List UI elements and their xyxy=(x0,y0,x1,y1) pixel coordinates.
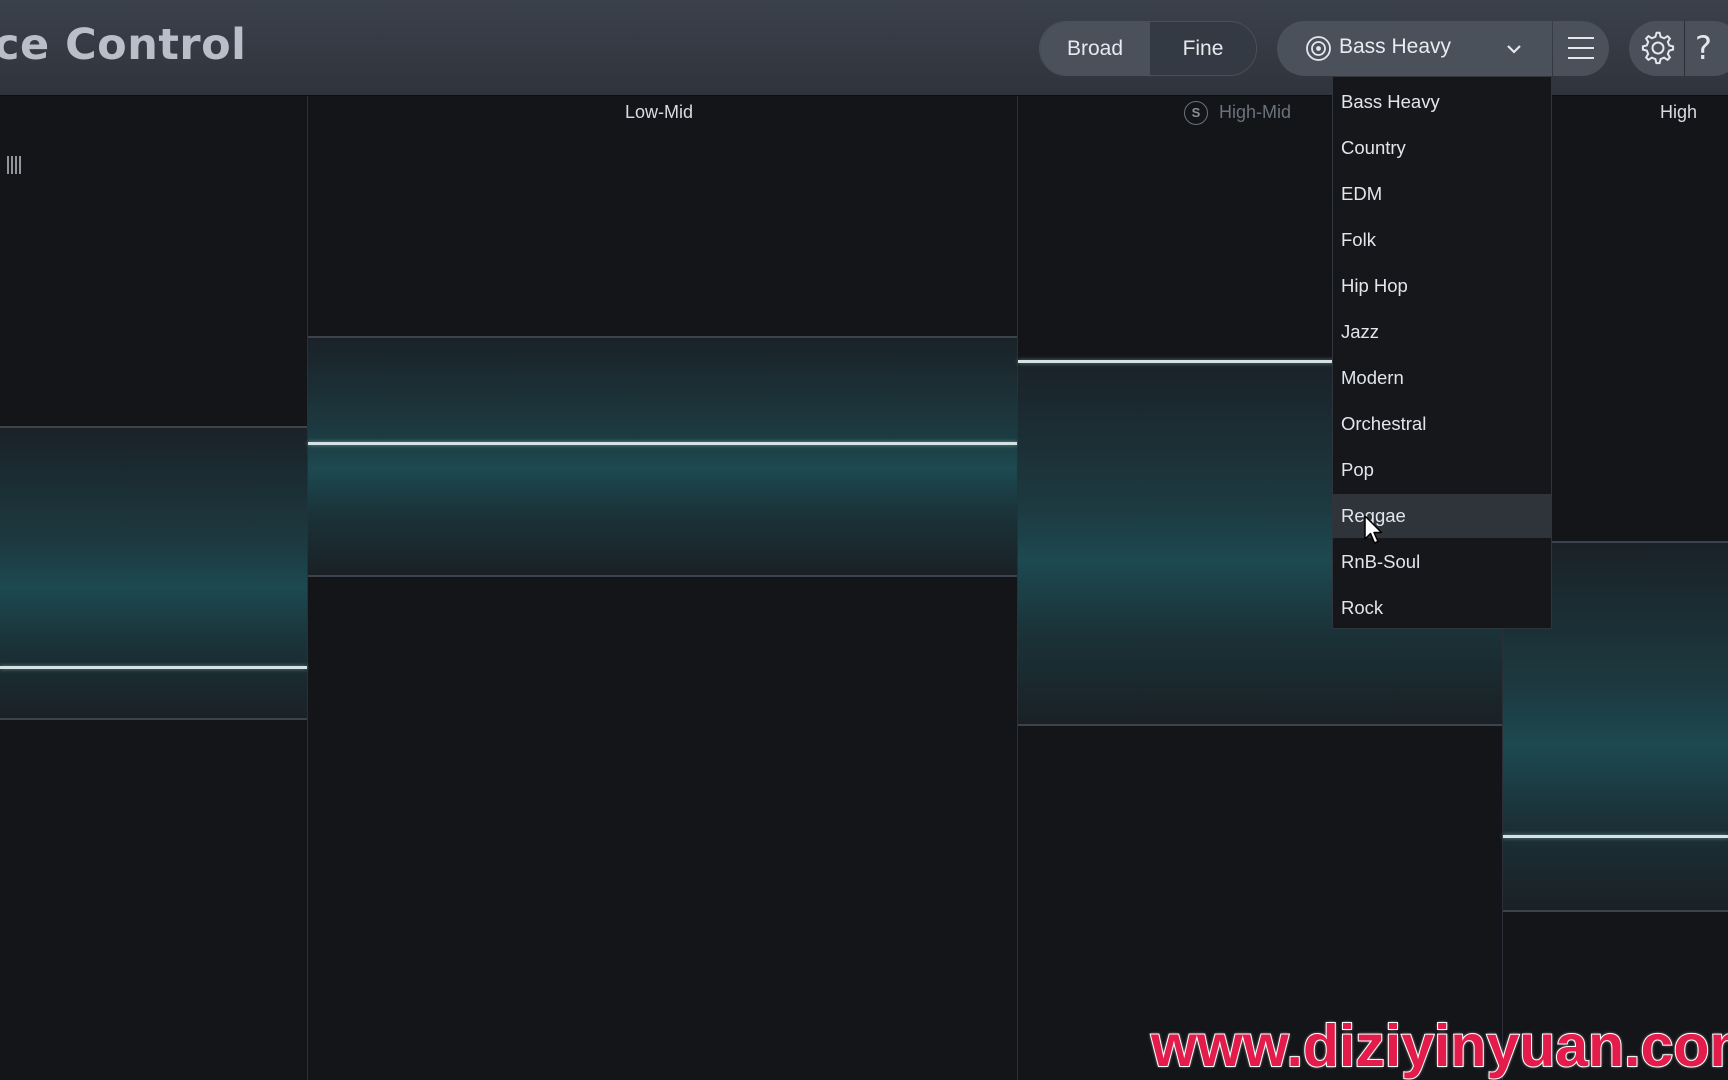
preset-selected-label: Bass Heavy xyxy=(1339,35,1452,58)
preset-option-edm[interactable]: EDM xyxy=(1333,172,1551,216)
band-range-low[interactable] xyxy=(0,426,307,720)
band-target-line-low-mid[interactable] xyxy=(308,442,1017,445)
band-target-line-high[interactable] xyxy=(1503,835,1728,838)
preset-option-country[interactable]: Country xyxy=(1333,126,1551,170)
chevron-down-icon xyxy=(1507,45,1521,54)
watermark-text: www.diziyinyuan.com xyxy=(1150,1012,1728,1080)
mouse-cursor-icon xyxy=(1364,515,1383,544)
band-label-high-mid: High-Mid xyxy=(1219,102,1292,122)
band-target-line-low[interactable] xyxy=(0,666,307,669)
preset-option-rock[interactable]: Rock xyxy=(1333,586,1551,630)
solo-icon[interactable]: S xyxy=(1184,101,1208,125)
preset-option-modern[interactable]: Modern xyxy=(1333,356,1551,400)
band-range-low-mid[interactable] xyxy=(308,336,1017,577)
preset-option-hip-hop[interactable]: Hip Hop xyxy=(1333,264,1551,308)
band-label-high: High xyxy=(1660,102,1698,122)
preset-option-folk[interactable]: Folk xyxy=(1333,218,1551,262)
band-divider xyxy=(307,96,308,1080)
app-window: ce Control Broad Fine Bass Heavy ? Low-M… xyxy=(0,0,1728,1080)
help-button[interactable]: ? xyxy=(1685,21,1728,76)
preset-select[interactable]: Bass Heavy xyxy=(1277,21,1552,76)
settings-button[interactable] xyxy=(1629,21,1685,76)
preset-option-bass-heavy[interactable]: Bass Heavy xyxy=(1333,80,1551,124)
target-icon xyxy=(1306,36,1331,61)
fine-mode-button[interactable]: Fine xyxy=(1149,22,1256,75)
meter-icon xyxy=(7,156,21,174)
band-label-low-mid: Low-Mid xyxy=(625,102,694,122)
hamburger-menu-button[interactable] xyxy=(1553,21,1609,76)
preset-option-orchestral[interactable]: Orchestral xyxy=(1333,402,1551,446)
mode-toggle: Broad Fine xyxy=(1039,21,1257,76)
help-icon: ? xyxy=(1695,29,1712,67)
preset-option-pop[interactable]: Pop xyxy=(1333,448,1551,492)
app-title: ce Control xyxy=(0,20,247,70)
preset-option-jazz[interactable]: Jazz xyxy=(1333,310,1551,354)
gear-icon xyxy=(1641,31,1675,65)
broad-mode-button[interactable]: Broad xyxy=(1040,22,1150,75)
